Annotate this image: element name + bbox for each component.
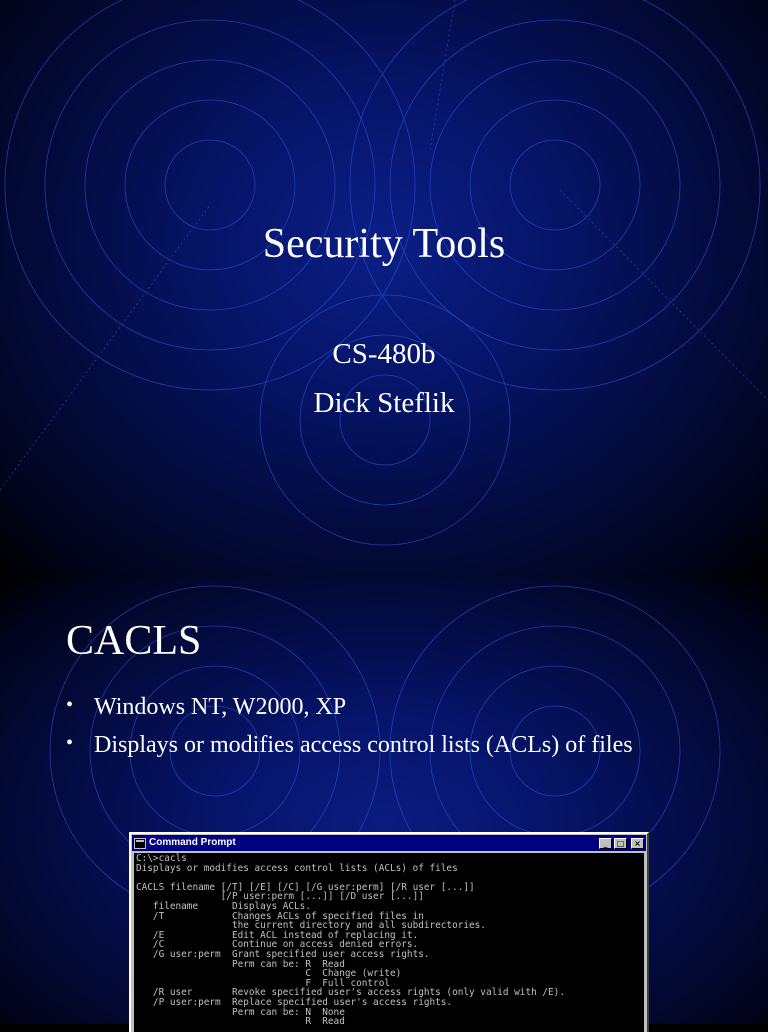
console-text: C:\>cacls Displays or modifies access co… <box>134 853 644 1028</box>
bullet-text: Displays or modifies access control list… <box>94 732 633 758</box>
bullet-list: • Windows NT, W2000, XP • Displays or mo… <box>66 688 633 764</box>
title-slide: Security Tools CS-480b Dick Steflik <box>0 0 768 576</box>
bullet-text: Windows NT, W2000, XP <box>94 694 347 720</box>
bullet-icon: • <box>66 732 74 754</box>
console-line: R Read <box>136 1016 345 1028</box>
course-code: CS-480b <box>332 338 436 370</box>
console-app-icon[interactable] <box>134 837 146 849</box>
list-item: • Displays or modifies access control li… <box>66 726 633 764</box>
minimize-button[interactable]: _ <box>599 837 612 849</box>
window-title: Command Prompt <box>149 837 236 848</box>
list-item: • Windows NT, W2000, XP <box>66 688 633 726</box>
slide-title: Security Tools <box>262 221 506 267</box>
console-line: Displays or modifies access control list… <box>136 862 458 874</box>
window-titlebar[interactable]: Command Prompt _ □ × <box>132 835 646 851</box>
maximize-button[interactable]: □ <box>614 837 627 849</box>
close-button[interactable]: × <box>631 837 644 849</box>
concentric-rings-decoration <box>0 0 768 546</box>
command-prompt-window[interactable]: Command Prompt _ □ × C:\>cacls Displays … <box>129 832 649 1032</box>
bullet-icon: • <box>66 694 74 716</box>
console-output[interactable]: C:\>cacls Displays or modifies access co… <box>134 853 644 1032</box>
author-name: Dick Steflik <box>313 387 455 419</box>
slide-heading: CACLS <box>66 618 202 664</box>
